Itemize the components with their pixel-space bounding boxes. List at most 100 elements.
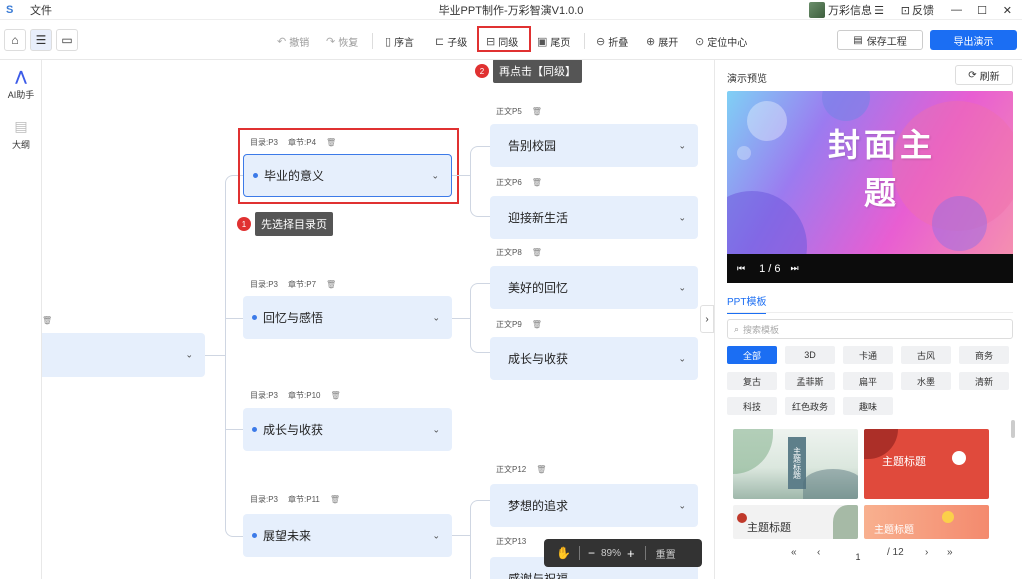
trash-icon[interactable]: 🗑 — [326, 280, 336, 289]
chevron-down-icon[interactable]: ⌄ — [678, 353, 686, 364]
chapter-node[interactable]: 成长与收获 ⌄ — [243, 408, 452, 451]
toolbar-divider — [584, 33, 585, 49]
trash-icon[interactable]: 🗑 — [330, 391, 340, 400]
template-scrollbar[interactable] — [1011, 420, 1015, 438]
feedback-button[interactable]: ⊡ 反馈 — [901, 0, 934, 20]
next-slide-icon[interactable]: ⏭ — [791, 263, 799, 274]
panel-toggle-chevron-right-icon[interactable]: › — [700, 305, 714, 333]
chapter-node[interactable]: 展望未来 ⌄ — [243, 514, 452, 557]
chapter-title: 成长与收获 — [263, 423, 324, 437]
slide-preview[interactable]: 封面主题 — [727, 91, 1013, 254]
locate-center-button[interactable]: ⊙ 定位中心 — [695, 33, 747, 49]
screen-view-icon[interactable]: ▭ — [56, 29, 78, 51]
child-button[interactable]: ⊏ 子级 — [435, 33, 467, 49]
prev-page-icon[interactable]: ‹ — [817, 547, 820, 558]
leaf-tag: 正文P13 — [496, 536, 526, 547]
redo-button[interactable]: ↷ 恢复 — [326, 33, 358, 49]
category-tech[interactable]: 科技 — [727, 397, 777, 415]
trash-icon[interactable]: 🗑 — [532, 320, 542, 329]
trash-icon[interactable]: 🗑 — [536, 465, 546, 474]
maximize-icon[interactable]: ☐ — [977, 0, 987, 20]
leaf-node[interactable]: 美好的回忆 ⌄ — [490, 266, 698, 309]
chevron-down-icon[interactable]: ⌄ — [678, 140, 686, 151]
leaf-title: 梦想的追求 — [508, 499, 569, 513]
decor-circle — [822, 91, 870, 121]
trash-icon[interactable]: 🗑 — [330, 495, 340, 504]
leaf-node[interactable]: 迎接新生活 ⌄ — [490, 196, 698, 239]
category-flat[interactable]: 扁平 — [843, 372, 893, 390]
close-icon[interactable]: ✕ — [1003, 0, 1012, 20]
page-number-input[interactable]: 1 — [838, 549, 878, 565]
next-page-icon[interactable]: › — [925, 547, 928, 558]
leaf-node[interactable]: 成长与收获 ⌄ — [490, 337, 698, 380]
category-3d[interactable]: 3D — [785, 346, 835, 364]
last-page-icon[interactable]: » — [947, 547, 953, 558]
template-thumb-red[interactable]: 主题标题 — [864, 429, 989, 499]
hand-icon[interactable]: ✋ — [556, 546, 571, 560]
left-sidebar: ⋀ AI助手 ▤ 大纲 — [0, 60, 42, 579]
chevron-down-icon[interactable]: ⌄ — [678, 212, 686, 223]
category-cartoon[interactable]: 卡通 — [843, 346, 893, 364]
category-memphis[interactable]: 孟菲斯 — [785, 372, 835, 390]
menu-icon[interactable]: ☰ — [874, 0, 884, 20]
connector — [452, 318, 470, 319]
category-all[interactable]: 全部 — [727, 346, 777, 364]
zoom-out-icon[interactable]: − — [588, 546, 595, 560]
leaf-node[interactable]: 梦想的追求 ⌄ — [490, 484, 698, 527]
export-show-button[interactable]: 导出演示 — [930, 30, 1017, 50]
decor-circle — [727, 191, 807, 254]
outline-view-icon[interactable]: ☰ — [30, 29, 52, 51]
category-fun[interactable]: 趣味 — [843, 397, 893, 415]
collapse-button[interactable]: ⊖ 折叠 — [596, 33, 628, 49]
home-icon[interactable]: ⌂ — [4, 29, 26, 51]
trash-icon[interactable]: 🗑 — [532, 178, 542, 187]
catalog-tag: 目录:P3 — [250, 495, 279, 504]
preface-button[interactable]: ▯ 序言 — [385, 33, 414, 49]
chapter-node[interactable]: 回忆与感悟 ⌄ — [243, 296, 452, 339]
leaf-node[interactable]: 告别校园 ⌄ — [490, 124, 698, 167]
preview-panel: 演示预览 ⟳ 刷新 封面主题 ⏮ 1 / 6 ⏭ PPT模板 ⌕ 搜索模板 全部… — [714, 60, 1022, 579]
category-ancient[interactable]: 古风 — [901, 346, 951, 364]
template-thumb-ink[interactable]: 主题标题 — [733, 429, 858, 499]
chevron-down-icon[interactable]: ⌄ — [678, 500, 686, 511]
expand-button[interactable]: ⊕ 展开 — [646, 33, 678, 49]
file-menu[interactable]: 文件 — [30, 2, 52, 18]
root-node[interactable]: ⌄ — [42, 333, 205, 377]
category-ink[interactable]: 水墨 — [901, 372, 951, 390]
zoom-reset-button[interactable]: 重置 — [656, 546, 676, 561]
tab-ppt-templates[interactable]: PPT模板 — [727, 293, 767, 314]
mindmap-canvas[interactable]: 🗑 ⌄ 目录:P3 章节:P4 🗑 毕业的意义 ⌄ 1 先选择目录页 目录:P3… — [42, 60, 714, 579]
trash-icon[interactable]: 🗑 — [532, 248, 542, 257]
chevron-down-icon[interactable]: ⌄ — [678, 282, 686, 293]
category-red-gov[interactable]: 红色政务 — [785, 397, 835, 415]
trash-icon[interactable]: 🗑 — [532, 107, 542, 116]
minimize-icon[interactable]: — — [951, 0, 962, 20]
zoom-level: 89% — [600, 547, 621, 559]
first-page-icon[interactable]: « — [791, 547, 797, 558]
bullet-icon — [252, 315, 257, 320]
zoom-in-icon[interactable]: + — [627, 546, 635, 561]
category-business[interactable]: 商务 — [959, 346, 1009, 364]
toolbar-divider — [372, 33, 373, 49]
chevron-down-icon[interactable]: ⌄ — [185, 350, 193, 361]
chevron-down-icon[interactable]: ⌄ — [432, 312, 440, 323]
sidebar-item-ai-assistant[interactable]: ⋀ AI助手 — [0, 68, 42, 101]
root-trash-icon[interactable]: 🗑 — [42, 316, 52, 325]
prev-slide-icon[interactable]: ⏮ — [737, 263, 745, 274]
chevron-down-icon[interactable]: ⌄ — [432, 530, 440, 541]
sidebar-item-outline[interactable]: ▤ 大纲 — [0, 118, 42, 151]
user-account[interactable]: 万彩信息 — [809, 2, 872, 18]
end-page-button[interactable]: ▣ 尾页 — [537, 33, 570, 49]
leaf-title: 迎接新生活 — [508, 211, 569, 225]
template-search-input[interactable]: ⌕ 搜索模板 — [727, 319, 1013, 339]
save-project-button[interactable]: ▤ 保存工程 — [837, 30, 923, 50]
template-thumb-cartoon[interactable]: 主题标题 — [864, 505, 989, 539]
undo-button[interactable]: ↶ 撤销 — [277, 33, 309, 49]
expand-icon: ⊕ — [646, 35, 656, 48]
category-retro[interactable]: 复古 — [727, 372, 777, 390]
user-name: 万彩信息 — [828, 5, 872, 17]
template-thumb-ink-2[interactable]: 主题标题 — [733, 505, 858, 539]
category-fresh[interactable]: 清新 — [959, 372, 1009, 390]
chevron-down-icon[interactable]: ⌄ — [432, 424, 440, 435]
refresh-button[interactable]: ⟳ 刷新 — [955, 65, 1013, 85]
